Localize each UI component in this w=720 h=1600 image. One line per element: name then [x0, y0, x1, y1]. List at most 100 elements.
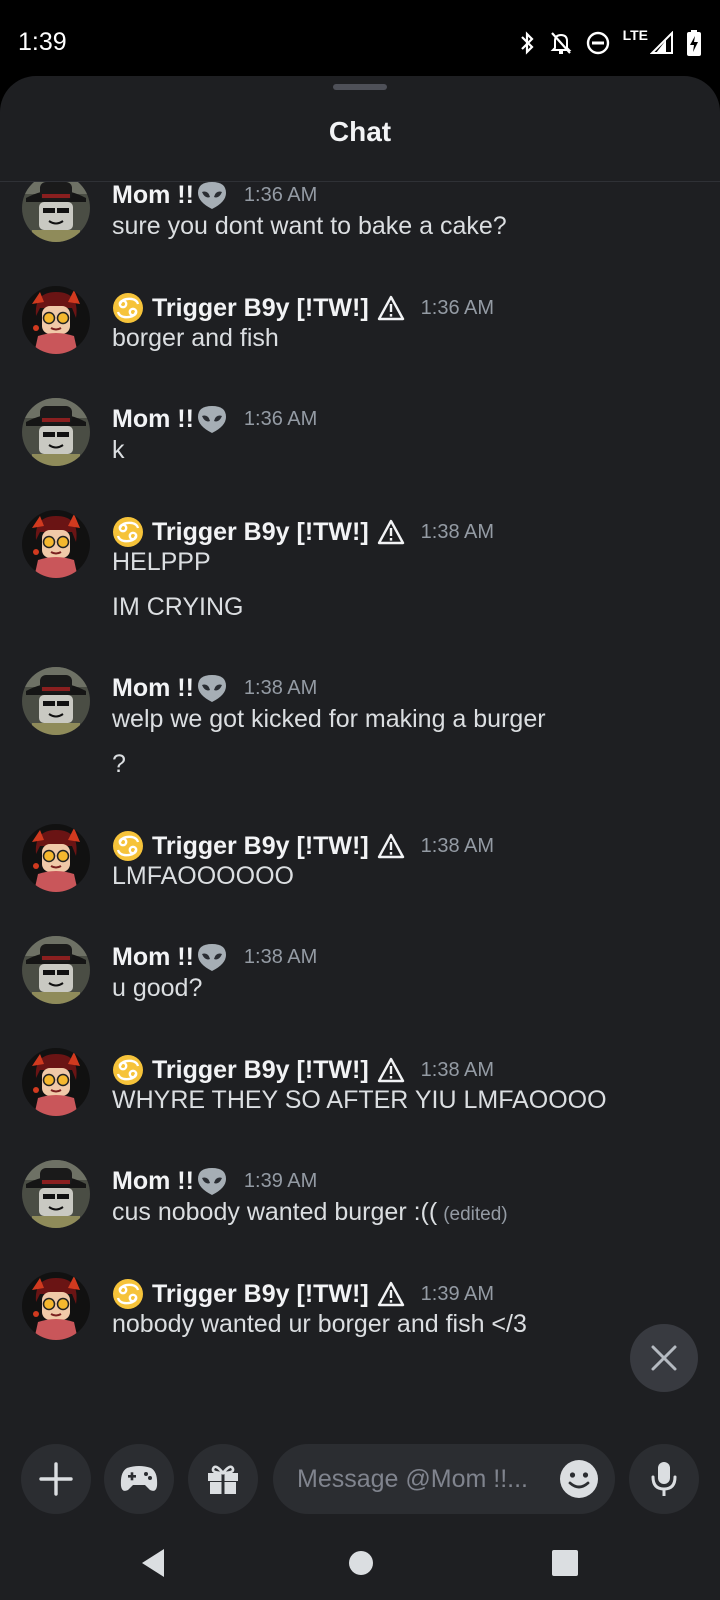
cancer-zodiac-icon — [113, 517, 143, 547]
author-name[interactable]: Trigger B9y [!TW!] — [152, 832, 369, 861]
voice-message-button[interactable] — [629, 1444, 699, 1514]
message-text-content: k — [112, 436, 125, 464]
message-text[interactable]: k — [112, 436, 125, 465]
message-input-placeholder: Message @Mom !!... — [297, 1464, 528, 1493]
message-text[interactable]: cus nobody wanted burger :(((edited) — [112, 1198, 508, 1227]
author-name[interactable]: Trigger B9y [!TW!] — [152, 1056, 369, 1085]
message-text[interactable]: u good? — [112, 974, 202, 1003]
author-name[interactable]: Mom !! — [112, 674, 194, 703]
message-text[interactable]: LMFAOOOOOO — [112, 862, 294, 891]
gift-button[interactable] — [188, 1444, 258, 1514]
avatar[interactable] — [22, 1272, 90, 1340]
message-list[interactable]: Mom !! 1:36 AM sure you dont want to bake … — [0, 182, 720, 1490]
alien-emoji-icon — [197, 675, 226, 702]
avatar[interactable] — [22, 667, 90, 735]
avatar[interactable] — [22, 824, 90, 892]
cancer-zodiac-icon — [113, 831, 143, 861]
message-header: Mom !! 1:36 AM — [112, 404, 317, 434]
author-suffix-emoji — [377, 1281, 405, 1307]
gamepad-icon — [120, 1466, 158, 1491]
message-header: Trigger B9y [!TW!] 1:36 AM — [112, 292, 494, 324]
message-header: Trigger B9y [!TW!] 1:38 AM — [112, 1054, 494, 1086]
alien-emoji-icon — [197, 182, 226, 209]
message-input[interactable]: Message @Mom !!... — [273, 1444, 615, 1514]
author-prefix-emoji — [112, 1054, 144, 1086]
sheet-title: Chat — [328, 116, 392, 147]
avatar[interactable] — [22, 1048, 90, 1116]
nav-home-button[interactable] — [348, 1546, 374, 1585]
message-header: Trigger B9y [!TW!] 1:38 AM — [112, 516, 494, 548]
message-text-content: IM CRYING — [112, 593, 244, 621]
message-timestamp: 1:36 AM — [243, 407, 318, 430]
nav-back-button[interactable] — [138, 1546, 168, 1585]
gift-icon — [208, 1465, 238, 1494]
author-name[interactable]: Mom !! — [112, 943, 194, 972]
close-icon — [651, 1345, 677, 1371]
alien-emoji-icon — [197, 406, 226, 433]
signal-icon — [650, 31, 673, 54]
message-text[interactable]: borger and fish — [112, 324, 279, 353]
message-text[interactable]: WHYRE THEY SO AFTER YIU LMFAOOOO — [112, 1086, 607, 1115]
message-text-content: welp we got kicked for making a burger — [112, 705, 546, 733]
author-suffix-emoji — [196, 1166, 228, 1196]
message-text[interactable]: IM CRYING — [112, 593, 244, 622]
emoji-icon — [560, 1460, 598, 1498]
message-text[interactable]: ? — [112, 750, 126, 779]
author-prefix-emoji — [112, 292, 144, 324]
message-text[interactable]: nobody wanted ur borger and fish </3 — [112, 1310, 527, 1339]
message-text-content: HELPPP — [112, 548, 211, 576]
avatar[interactable] — [22, 286, 90, 354]
message-timestamp: 1:38 AM — [420, 520, 495, 543]
warning-icon — [377, 833, 404, 859]
microphone-icon — [651, 1462, 677, 1496]
author-name[interactable]: Trigger B9y [!TW!] — [152, 1280, 369, 1309]
message-text-content: sure you dont want to bake a cake? — [112, 212, 507, 240]
avatar[interactable] — [22, 182, 90, 242]
message-timestamp: 1:39 AM — [420, 1282, 495, 1305]
edited-label: (edited) — [443, 1204, 508, 1225]
author-suffix-emoji — [377, 833, 405, 859]
network-type: LTE — [622, 27, 648, 43]
emoji-button[interactable] — [559, 1459, 599, 1506]
message-text[interactable]: welp we got kicked for making a burger — [112, 705, 546, 734]
author-suffix-emoji — [377, 1057, 405, 1083]
author-name[interactable]: Mom !! — [112, 405, 194, 434]
close-button[interactable] — [630, 1324, 698, 1392]
message-text-content: LMFAOOOOOO — [112, 862, 294, 890]
avatar[interactable] — [22, 510, 90, 578]
home-icon — [349, 1551, 373, 1575]
warning-icon — [377, 1281, 404, 1307]
author-name[interactable]: Trigger B9y [!TW!] — [152, 518, 369, 547]
avatar[interactable] — [22, 1160, 90, 1228]
message-text[interactable]: HELPPP — [112, 548, 211, 577]
message-timestamp: 1:39 AM — [243, 1169, 318, 1192]
author-name[interactable]: Mom !! — [112, 182, 194, 210]
cancer-zodiac-icon — [113, 293, 143, 323]
author-suffix-emoji — [196, 182, 228, 210]
sheet-drag-handle[interactable] — [333, 84, 387, 90]
alien-emoji-icon — [197, 944, 226, 971]
back-icon — [142, 1549, 164, 1577]
alien-emoji-icon — [197, 1168, 226, 1195]
add-attachment-button[interactable] — [21, 1444, 91, 1514]
chat-sheet: Chat Mom !! 1:36 AM sure you dont want to … — [0, 76, 720, 1600]
avatar[interactable] — [22, 936, 90, 1004]
message-timestamp: 1:38 AM — [243, 676, 318, 699]
author-name[interactable]: Mom !! — [112, 1167, 194, 1196]
author-suffix-emoji — [377, 295, 405, 321]
status-bar: 1:39 LTE — [0, 0, 720, 78]
message-header: Mom !! 1:38 AM — [112, 942, 317, 972]
author-prefix-emoji — [112, 1278, 144, 1310]
activities-button[interactable] — [104, 1444, 174, 1514]
message-timestamp: 1:36 AM — [420, 296, 495, 319]
message-header: Mom !! 1:39 AM — [112, 1166, 317, 1196]
nav-recents-button[interactable] — [551, 1546, 579, 1585]
notifications-off-icon — [550, 32, 572, 54]
message-text[interactable]: sure you dont want to bake a cake? — [112, 212, 507, 241]
message-timestamp: 1:38 AM — [420, 834, 495, 857]
author-suffix-emoji — [196, 404, 228, 434]
author-name[interactable]: Trigger B9y [!TW!] — [152, 294, 369, 323]
message-text-content: u good? — [112, 974, 203, 1002]
message-header: Trigger B9y [!TW!] 1:39 AM — [112, 1278, 494, 1310]
avatar[interactable] — [22, 398, 90, 466]
